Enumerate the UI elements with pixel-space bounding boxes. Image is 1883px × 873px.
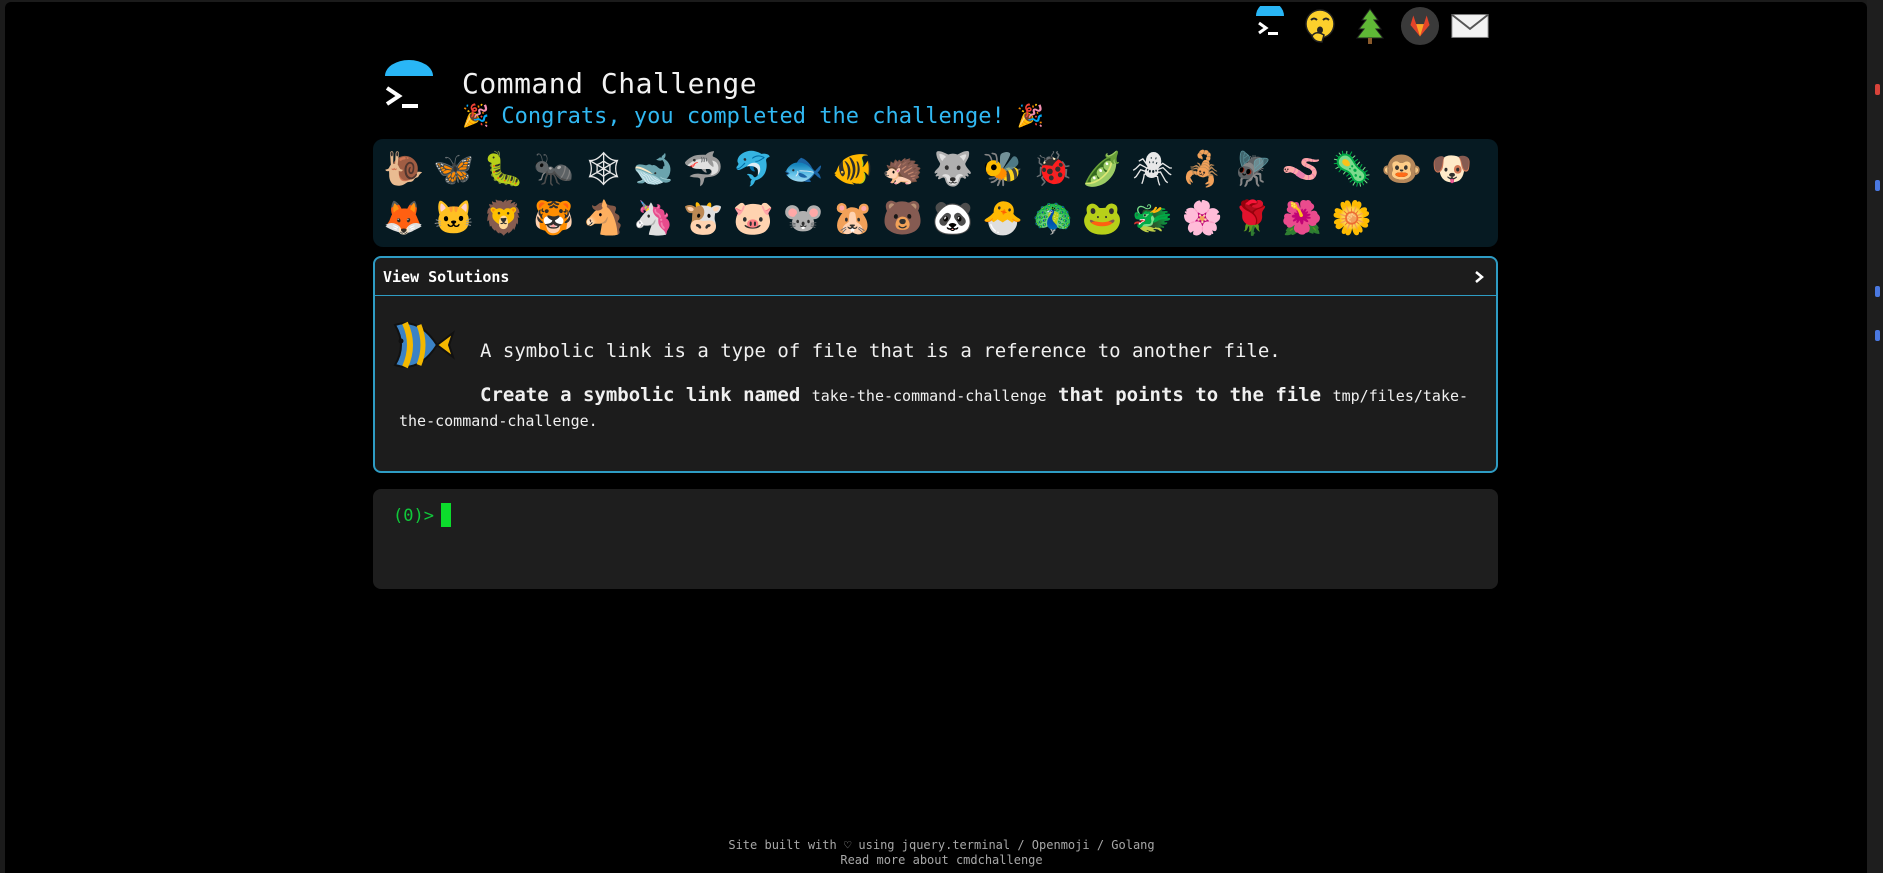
- tropical-fish-icon: [387, 315, 457, 375]
- completed-challenge-emoji[interactable]: 🐯: [529, 193, 579, 242]
- completed-challenge-emoji[interactable]: 🐮: [678, 193, 728, 242]
- task-middle: that points to the file: [1058, 384, 1322, 406]
- completed-challenge-emoji[interactable]: 🌼: [1327, 193, 1377, 242]
- completed-challenges-panel: 🐌 🦋 🐛 🐜 🕸 🐋 🦈 🐬 🐟 🐠 🦔 🐺 🐝 🐞 🫛 🕷 🦂 🪰 🪱 🦠 🐵 🐶 🦊 🐱 🦁 🐯 🐴 🦄 🐮 🐷 🐭 🐹 🐻 🐼 🐣 🦚 🐸 🐲 🌸 🌹…: [373, 139, 1498, 247]
- strip-marker-blue: [1875, 286, 1880, 297]
- completed-challenge-emoji[interactable]: 🐟: [778, 144, 828, 193]
- completed-challenge-emoji[interactable]: 🐲: [1127, 193, 1177, 242]
- completed-challenge-emoji[interactable]: 🐛: [479, 144, 529, 193]
- completed-challenge-emoji[interactable]: 🕷: [1127, 144, 1177, 193]
- link-name-code: take-the-command-challenge: [811, 387, 1047, 405]
- footer-credits: Site built with ♡ using jquery.terminal …: [728, 838, 1155, 852]
- completed-challenge-emoji[interactable]: 🐌: [379, 144, 429, 193]
- terminal-cursor[interactable]: [441, 503, 451, 527]
- completed-challenge-emoji[interactable]: 🐜: [529, 144, 579, 193]
- logo-icon: [377, 60, 439, 124]
- party-popper-icon: 🎉: [462, 104, 490, 129]
- side-strip: [1867, 0, 1883, 873]
- terminal[interactable]: (0)>: [373, 489, 1498, 589]
- challenge-task: Create a symbolic link named take-the-co…: [399, 383, 1489, 433]
- completed-challenge-emoji[interactable]: 🌹: [1227, 193, 1277, 242]
- view-solutions-toggle[interactable]: View Solutions: [375, 258, 1496, 296]
- footer: Site built with ♡ using jquery.terminal …: [0, 838, 1883, 868]
- terminal-icon[interactable]: [1250, 6, 1290, 46]
- completed-challenge-emoji[interactable]: 🐴: [579, 193, 629, 242]
- page-title: Command Challenge: [462, 67, 758, 100]
- congrats-message: 🎉 Congrats, you completed the challenge!…: [462, 104, 1044, 129]
- completed-challenge-emoji[interactable]: 🦂: [1177, 144, 1227, 193]
- completed-challenge-emoji[interactable]: 🐸: [1077, 193, 1127, 242]
- completed-challenge-emoji[interactable]: 🐣: [978, 193, 1028, 242]
- completed-challenge-emoji[interactable]: 🐱: [429, 193, 479, 242]
- hand-over-mouth-icon[interactable]: [1300, 6, 1340, 46]
- completed-challenge-emoji[interactable]: 🦊: [379, 193, 429, 242]
- terminal-prompt: (0)>: [393, 506, 434, 526]
- footer-read-more-link[interactable]: Read more about cmdchallenge: [0, 853, 1883, 868]
- completed-challenge-emoji[interactable]: 🐋: [628, 144, 678, 193]
- party-popper-icon: 🎉: [1016, 104, 1045, 129]
- completed-challenge-emoji[interactable]: 🪰: [1227, 144, 1277, 193]
- mail-icon[interactable]: [1450, 6, 1490, 46]
- completed-challenge-emoji[interactable]: 🐶: [1427, 144, 1477, 193]
- strip-marker-blue: [1875, 330, 1880, 341]
- chevron-right-icon[interactable]: [1472, 270, 1486, 284]
- tree-icon[interactable]: [1350, 6, 1390, 46]
- completed-challenge-emoji[interactable]: 🦁: [479, 193, 529, 242]
- completed-challenge-emoji[interactable]: 🫛: [1077, 144, 1127, 193]
- completed-challenge-emoji[interactable]: 🐝: [978, 144, 1028, 193]
- view-solutions-label: View Solutions: [383, 267, 510, 286]
- challenge-description: A symbolic link is a type of file that i…: [480, 340, 1281, 362]
- completed-challenge-emoji[interactable]: 🐵: [1377, 144, 1427, 193]
- completed-challenge-emoji[interactable]: 🦚: [1028, 193, 1078, 242]
- congrats-text: Congrats, you completed the challenge!: [501, 104, 1005, 129]
- top-icon-bar: [1250, 4, 1490, 48]
- completed-challenge-emoji[interactable]: 🪱: [1277, 144, 1327, 193]
- completed-challenge-emoji[interactable]: 🦠: [1327, 144, 1377, 193]
- challenge-card: View Solutions A symbolic link is a type…: [373, 256, 1498, 473]
- completed-challenge-emoji[interactable]: 🐭: [778, 193, 828, 242]
- completed-challenge-emoji[interactable]: 🦄: [628, 193, 678, 242]
- completed-challenge-emoji[interactable]: 🦔: [878, 144, 928, 193]
- task-suffix: .: [588, 412, 598, 430]
- gitlab-icon[interactable]: [1400, 6, 1440, 46]
- completed-challenge-emoji[interactable]: 🐻: [878, 193, 928, 242]
- completed-challenge-emoji[interactable]: 🕸: [579, 144, 629, 193]
- completed-challenge-emoji[interactable]: 🦈: [678, 144, 728, 193]
- completed-challenge-emoji[interactable]: 🌺: [1277, 193, 1327, 242]
- strip-marker-blue: [1875, 180, 1880, 191]
- completed-challenge-emoji[interactable]: 🐬: [728, 144, 778, 193]
- completed-challenge-emoji[interactable]: 🦋: [429, 144, 479, 193]
- completed-challenge-emoji[interactable]: 🐷: [728, 193, 778, 242]
- task-prefix: Create a symbolic link named: [480, 384, 801, 406]
- completed-challenge-emoji[interactable]: 🌸: [1177, 193, 1227, 242]
- strip-marker-red: [1875, 84, 1880, 95]
- completed-challenge-emoji[interactable]: 🐠: [828, 144, 878, 193]
- completed-challenge-emoji[interactable]: 🐞: [1028, 144, 1078, 193]
- completed-challenge-emoji[interactable]: 🐺: [928, 144, 978, 193]
- completed-challenge-emoji[interactable]: 🐼: [928, 193, 978, 242]
- completed-challenge-emoji[interactable]: 🐹: [828, 193, 878, 242]
